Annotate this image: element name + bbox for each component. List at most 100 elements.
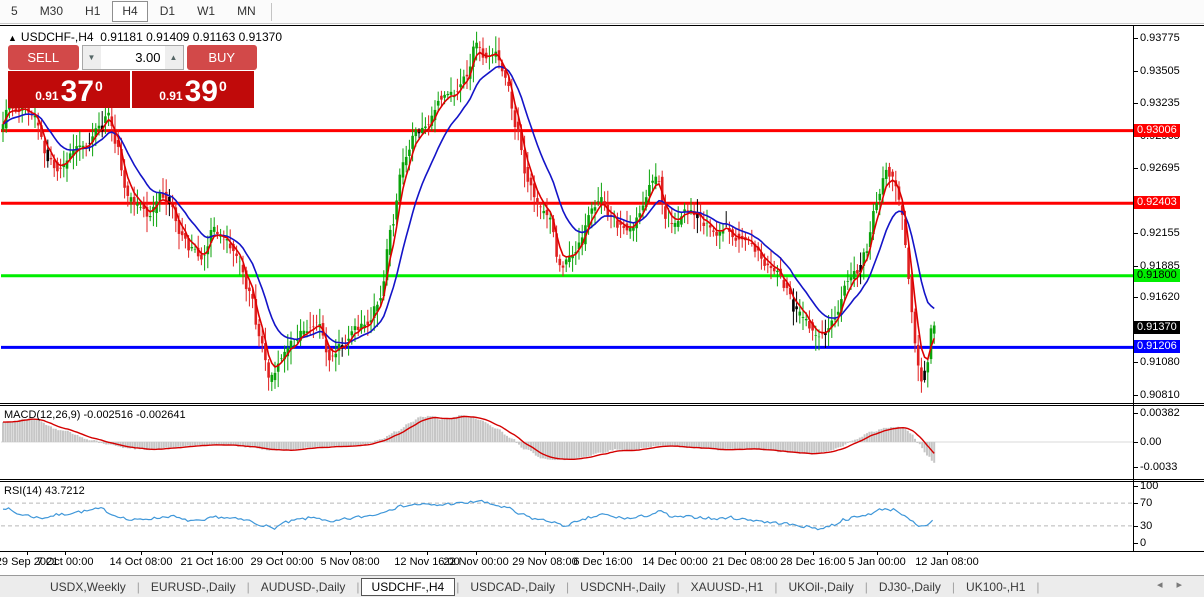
timeframe-button-h1[interactable]: H1 [75, 1, 110, 22]
price-tick-label: 70 [1140, 498, 1152, 509]
price-tick-label: 0.92695 [1140, 163, 1180, 174]
price-level-badge: 0.92403 [1134, 196, 1180, 209]
time-tick-mark [282, 552, 283, 555]
price-tick-label: 0.91080 [1140, 357, 1180, 368]
timeframe-button-h4[interactable]: H4 [112, 1, 147, 22]
time-tick-mark [350, 552, 351, 555]
volume-increase-button[interactable]: ▲ [165, 46, 183, 69]
time-tick-label: 28 Dec 16:00 [780, 556, 845, 568]
panel-separator[interactable] [0, 479, 1204, 480]
price-tick-mark [1134, 297, 1138, 298]
chart-tab-usdcnh-[interactable]: USDCNH-,Daily [570, 579, 675, 595]
sell-price-box[interactable]: 0.91 37 0 [8, 71, 130, 108]
price-level-badge: 0.91800 [1134, 269, 1180, 282]
price-tick-label: 0.91620 [1140, 292, 1180, 303]
buy-price-box[interactable]: 0.91 39 0 [132, 71, 254, 108]
trade-panel-top-row: SELL ▼ ▲ BUY [8, 45, 257, 70]
price-tick-label: 0.90810 [1140, 390, 1180, 401]
price-tick-mark [1134, 362, 1138, 363]
volume-input[interactable] [101, 46, 165, 69]
tab-separator: | [247, 580, 250, 594]
volume-box: ▼ ▲ [82, 45, 184, 70]
panel-separator[interactable] [0, 403, 1204, 404]
timeframe-button-5[interactable]: 5 [1, 1, 28, 22]
timeframe-button-d1[interactable]: D1 [150, 1, 185, 22]
tab-scroll-left-icon[interactable]: ◂ [1157, 579, 1177, 591]
tab-scroll-right-icon[interactable]: ▸ [1176, 579, 1196, 591]
price-tick-mark [1134, 442, 1138, 443]
rsi-indicator-chart[interactable] [1, 482, 1133, 551]
time-tick-label: 21 Dec 08:00 [712, 556, 777, 568]
time-tick-mark [813, 552, 814, 555]
price-tick-label: -0.0033 [1140, 462, 1177, 473]
tab-separator: | [137, 580, 140, 594]
sell-price-sup: 0 [95, 78, 103, 94]
sell-price-base: 0.91 [35, 89, 58, 103]
time-tick-mark [545, 552, 546, 555]
price-tick-mark [1134, 486, 1138, 487]
sell-price-big: 37 [61, 78, 94, 106]
chart-tab-usdchf-[interactable]: USDCHF-,H4 [361, 578, 456, 596]
tab-separator: | [677, 580, 680, 594]
time-tick-label: 21 Oct 16:00 [181, 556, 244, 568]
timeframe-button-m30[interactable]: M30 [30, 1, 73, 22]
tab-separator: | [865, 580, 868, 594]
price-tick-mark [1134, 233, 1138, 234]
chart-tab-usdx[interactable]: USDX,Weekly [40, 579, 136, 595]
tab-separator: | [774, 580, 777, 594]
rsi-name: RSI(14) [4, 485, 42, 497]
buy-button[interactable]: BUY [187, 45, 258, 70]
tab-separator: | [566, 580, 569, 594]
price-tick-mark [1134, 103, 1138, 104]
symbol-triangle-icon: ▲ [8, 33, 17, 43]
timeframe-button-mn[interactable]: MN [227, 1, 266, 22]
time-tick-label: 6 Dec 16:00 [573, 556, 632, 568]
panel-separator [0, 481, 1204, 482]
price-tick-label: 0.93775 [1140, 33, 1180, 44]
time-tick-mark [27, 552, 28, 555]
price-tick-label: 100 [1140, 481, 1158, 492]
tab-separator: | [952, 580, 955, 594]
buy-price-sup: 0 [219, 78, 227, 94]
price-tick-label: 0.00382 [1140, 408, 1180, 419]
chart-tab-xauusd-[interactable]: XAUUSD-,H1 [681, 579, 774, 595]
timeframe-button-w1[interactable]: W1 [187, 1, 225, 22]
time-tick-mark [212, 552, 213, 555]
buy-price-base: 0.91 [159, 89, 182, 103]
time-tick-label: 5 Nov 08:00 [320, 556, 379, 568]
time-tick-mark [947, 552, 948, 555]
sell-button[interactable]: SELL [8, 45, 79, 70]
buy-price-big: 39 [185, 78, 218, 106]
time-tick-label: 14 Oct 08:00 [110, 556, 173, 568]
panel-separator [0, 405, 1204, 406]
timeframe-toolbar: 5M30H1H4D1W1MN [0, 0, 1204, 24]
price-tick-mark [1134, 413, 1138, 414]
chart-tab-audusd-[interactable]: AUDUSD-,Daily [251, 579, 356, 595]
price-tick-label: 30 [1140, 521, 1152, 532]
volume-decrease-button[interactable]: ▼ [83, 46, 101, 69]
chart-tab-usdcad-[interactable]: USDCAD-,Daily [460, 579, 565, 595]
time-tick-mark [603, 552, 604, 555]
time-tick-label: 12 Jan 08:00 [915, 556, 979, 568]
tab-separator: | [1036, 580, 1039, 594]
time-tick-mark [675, 552, 676, 555]
time-tick-mark [745, 552, 746, 555]
time-tick-mark [141, 552, 142, 555]
time-tick-mark [476, 552, 477, 555]
chart-tab-dj30-[interactable]: DJ30-,Daily [869, 579, 951, 595]
one-click-trade-panel: SELL ▼ ▲ BUY 0.91 37 0 0.91 39 0 [8, 45, 257, 108]
rsi-value: 43.7212 [45, 485, 85, 497]
chart-tab-uk100-[interactable]: UK100-,H1 [956, 579, 1035, 595]
price-tick-label: 0.93505 [1140, 66, 1180, 77]
chart-tab-ukoil-[interactable]: UKOil-,Daily [778, 579, 863, 595]
time-axis[interactable]: 29 Sep 20217 Oct 00:0014 Oct 08:0021 Oct… [0, 552, 1133, 574]
time-tick-label: 22 Nov 00:00 [443, 556, 508, 568]
chart-tab-eurusd-[interactable]: EURUSD-,Daily [141, 579, 246, 595]
trade-panel-price-row: 0.91 37 0 0.91 39 0 [8, 71, 257, 108]
tab-separator: | [356, 580, 359, 594]
price-tick-mark [1134, 526, 1138, 527]
price-tick-label: 0.92155 [1140, 228, 1180, 239]
price-tick-label: 0.93235 [1140, 98, 1180, 109]
price-tick-mark [1134, 266, 1138, 267]
toolbar-separator [271, 3, 272, 21]
